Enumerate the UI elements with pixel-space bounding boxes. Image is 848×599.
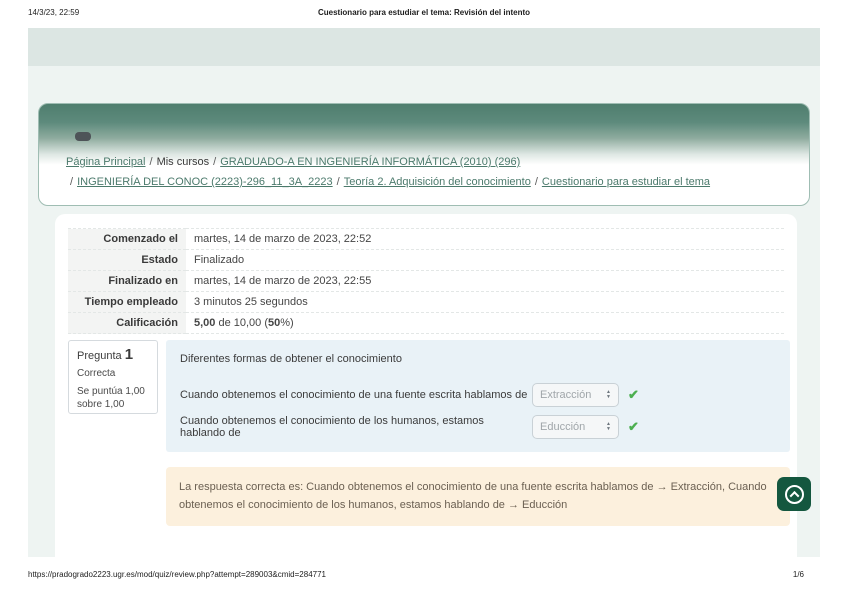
summary-value-grade: 5,00 de 10,00 (50%) [186,313,784,334]
answer-select-value: Educción [540,421,585,433]
summary-label-started: Comenzado el [68,229,186,250]
grade-out-of: de 10,00 ( [215,317,268,329]
breadcrumb-separator: / [531,176,542,188]
select-updown-icon: ▲▼ [606,422,611,432]
hamburger-menu-icon[interactable] [75,132,91,141]
question-info-box: Pregunta 1 Correcta Se puntúa 1,00 sobre… [68,340,158,414]
top-navbar-band [28,28,820,66]
question-text: Diferentes formas de obtener el conocimi… [180,353,776,365]
question-number-label: Pregunta [77,350,122,362]
summary-label-finished: Finalizado en [68,271,186,292]
summary-value-state: Finalizado [186,250,784,271]
summary-value-finished: martes, 14 de marzo de 2023, 22:55 [186,271,784,292]
match-row: Cuando obtenemos el conocimiento de los … [180,414,776,440]
right-answer-feedback: La respuesta correcta es: Cuando obtenem… [166,467,790,526]
table-row: Calificación 5,00 de 10,00 (50%) [68,313,784,334]
scroll-to-top-button[interactable] [777,477,811,511]
question-formulation: Diferentes formas de obtener el conocimi… [166,340,790,452]
grade-score: 5,00 [194,317,215,329]
breadcrumb-link-quiz[interactable]: Cuestionario para estudiar el tema [542,176,710,188]
question-number-value: 1 [125,346,133,363]
answer-select-educcion[interactable]: Educción ▲▼ [532,415,619,439]
summary-label-state: Estado [68,250,186,271]
print-footer-url: https://pradogrado2223.ugr.es/mod/quiz/r… [28,570,326,579]
match-prompt: Cuando obtenemos el conocimiento de una … [180,389,528,401]
print-header-title: Cuestionario para estudiar el tema: Revi… [0,8,848,17]
summary-label-grade: Calificación [68,313,186,334]
match-prompt: Cuando obtenemos el conocimiento de los … [180,415,528,439]
print-footer-page-number: 1/6 [793,570,804,579]
breadcrumb-link-topic[interactable]: Teoría 2. Adquisición del conocimiento [344,176,531,188]
answer-select-value: Extracción [540,389,591,401]
question-points: Se puntúa 1,00 sobre 1,00 [77,385,149,411]
summary-label-time-taken: Tiempo empleado [68,292,186,313]
breadcrumb-separator: / [146,156,157,168]
question-state: Correcta [77,367,149,380]
quiz-review-card: Comenzado el martes, 14 de marzo de 2023… [55,214,797,557]
table-row: Estado Finalizado [68,250,784,271]
breadcrumb-item-my-courses: Mis cursos [157,156,210,168]
grade-suffix: %) [280,317,293,329]
breadcrumb-card: Página Principal/Mis cursos/GRADUADO-A E… [38,103,810,206]
question-number: Pregunta 1 [77,348,149,363]
breadcrumb-link-course[interactable]: INGENIERÍA DEL CONOC (2223)-296_11_3A_22… [77,176,333,188]
breadcrumb-link-home[interactable]: Página Principal [66,156,146,168]
breadcrumb-separator: / [333,176,344,188]
breadcrumb-separator: / [66,176,77,188]
correct-check-icon: ✔ [628,387,639,403]
breadcrumb-link-degree[interactable]: GRADUADO-A EN INGENIERÍA INFORMÁTICA (20… [220,156,520,168]
grade-percent: 50 [268,317,280,329]
attempt-summary-table: Comenzado el martes, 14 de marzo de 2023… [68,228,784,334]
correct-check-icon: ✔ [628,419,639,435]
summary-value-started: martes, 14 de marzo de 2023, 22:52 [186,229,784,250]
answer-select-extraccion[interactable]: Extracción ▲▼ [532,383,619,407]
match-row: Cuando obtenemos el conocimiento de una … [180,382,776,408]
table-row: Tiempo empleado 3 minutos 25 segundos [68,292,784,313]
table-row: Finalizado en martes, 14 de marzo de 202… [68,271,784,292]
arrow-up-circle-icon [785,485,804,504]
breadcrumb: Página Principal/Mis cursos/GRADUADO-A E… [66,152,790,192]
summary-value-time-taken: 3 minutos 25 segundos [186,292,784,313]
table-row: Comenzado el martes, 14 de marzo de 2023… [68,229,784,250]
select-updown-icon: ▲▼ [606,390,611,400]
breadcrumb-separator: / [209,156,220,168]
